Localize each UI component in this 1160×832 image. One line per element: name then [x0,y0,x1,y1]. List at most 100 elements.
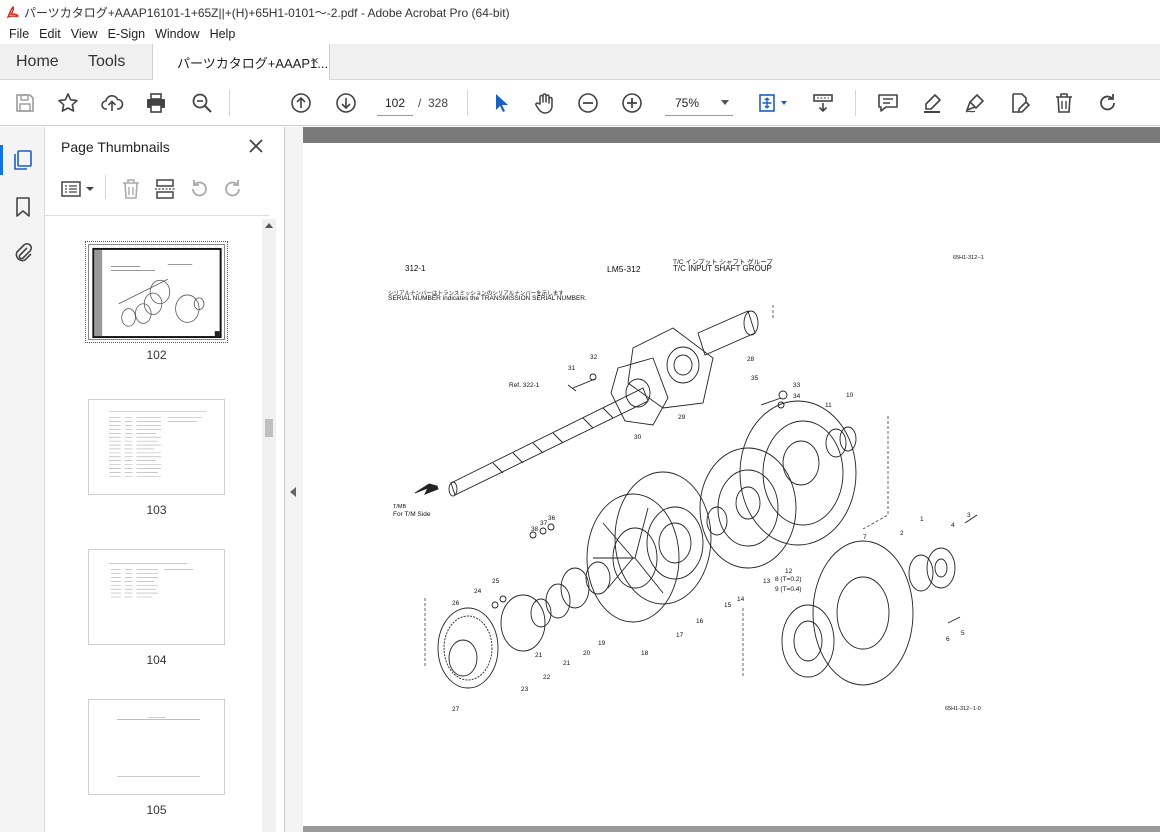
attachment-paperclip-icon[interactable] [11,241,35,265]
callout-16: 16 [696,618,704,625]
callout-37: 37 [540,520,548,527]
window-title: パーツカタログ+AAAP16101-1+65Z||+(H)+65H1-0101～… [24,5,510,20]
callout-4: 4 [951,522,955,529]
thumbnail-tools [45,175,285,205]
callout-14: 14 [737,596,745,603]
callout-27: 27 [452,706,460,713]
star-bookmark-icon[interactable] [56,91,80,115]
redo-rotate-icon[interactable] [1096,91,1120,115]
callout-10: 10 [846,392,854,399]
page-total: 328 [428,96,449,110]
callout-25: 25 [492,578,500,585]
callout-23: 23 [521,686,529,693]
panel-collapse-handle[interactable] [285,127,303,832]
thumbnail-preview [109,411,207,477]
scroll-mode-icon[interactable] [811,91,835,115]
menu-help[interactable]: Help [205,27,241,41]
menu-bar: File Edit View E-Sign Window Help [0,24,1160,44]
callout-21: 21 [563,660,571,667]
callout-38: 38 [531,526,539,533]
thumbnail-scrollbar[interactable] [262,219,276,832]
tab-document[interactable]: パーツカタログ+AAAP1... × [152,44,330,81]
chevron-left-icon [290,487,296,497]
hand-tool-icon[interactable] [532,91,556,115]
thumbnail-page-102[interactable]: 102 [85,241,228,362]
callout-1: 1 [920,516,924,523]
callout-18: 18 [641,650,649,657]
previous-page-icon[interactable] [289,91,313,115]
page-separator: / [418,96,422,110]
callout-34: 34 [793,393,801,400]
options-menu-icon[interactable] [59,177,97,201]
thumbnail-label: 102 [146,348,167,362]
callout-20: 20 [583,650,591,657]
upload-share-icon[interactable] [100,91,124,115]
thumbnail-page-104[interactable]: 104 [88,549,225,667]
delete-trash-icon[interactable] [1052,91,1076,115]
page-thumbnails-icon[interactable] [11,148,35,172]
tab-home[interactable]: Home [16,44,59,80]
rotate-counterclockwise-icon[interactable] [187,177,211,201]
chevron-down-icon [721,100,729,105]
page-number-input[interactable] [377,90,413,116]
close-panel-icon[interactable] [247,137,265,155]
menu-window[interactable]: Window [150,27,204,41]
zoom-dropdown[interactable]: 75% [665,90,733,116]
toolbar: / 328 75% [0,80,1160,126]
document-viewport[interactable]: 312-1 LM5-312 T/C インプット シャフト グループ T/C IN… [303,127,1160,832]
callout-12: 12 [785,568,793,575]
delete-page-icon[interactable] [119,177,143,201]
callout-33: 33 [793,382,801,389]
callout-17: 17 [676,632,684,639]
comment-icon[interactable] [876,91,900,115]
save-icon[interactable] [13,91,37,115]
close-tab-icon[interactable]: × [309,54,321,67]
title-bar: パーツカタログ+AAAP16101-1+65Z||+(H)+65H1-0101～… [0,0,1160,24]
scroll-up-arrow-icon[interactable] [265,223,273,228]
menu-edit[interactable]: Edit [34,27,66,41]
bookmark-icon[interactable] [11,195,35,219]
callout-32: 32 [590,354,598,361]
toolbar-separator [467,90,468,116]
scrollbar-thumb[interactable] [265,419,273,437]
zoom-value: 75% [675,96,700,110]
print-icon[interactable] [144,91,168,115]
callout-13: 13 [763,578,771,585]
menu-file[interactable]: File [4,27,34,41]
callout-35: 35 [751,375,759,382]
thumbnail-label: 103 [146,503,167,517]
insert-page-icon[interactable] [153,177,177,201]
callout-5: 5 [961,630,965,637]
thumbnail-frame [85,241,228,343]
thumbnail-page-103[interactable]: 103 [88,399,225,517]
zoom-in-icon[interactable] [620,91,644,115]
thumbnail-page-105[interactable]: 105 [88,699,225,817]
search-zoom-icon[interactable] [190,91,214,115]
fit-page-icon[interactable] [755,91,791,115]
toolbar-separator [855,90,856,116]
tab-tools[interactable]: Tools [88,44,125,80]
next-page-icon[interactable] [334,91,358,115]
zoom-out-icon[interactable] [576,91,600,115]
select-cursor-icon[interactable] [489,91,513,115]
page-thumbnails-panel: Page Thumbnails 102 103 104 105 [45,127,285,832]
tab-bar: Home Tools パーツカタログ+AAAP1... × [0,44,1160,81]
document-page: 312-1 LM5-312 T/C インプット シャフト グループ T/C IN… [303,143,1160,826]
thumbnail-frame [88,399,225,495]
tab-document-label: パーツカタログ+AAAP1... [177,56,329,71]
menu-view[interactable]: View [66,27,103,41]
active-indicator [0,145,3,175]
menu-esign[interactable]: E-Sign [103,27,151,41]
highlight-pen-icon[interactable] [920,91,944,115]
rotate-clockwise-icon[interactable] [221,177,245,201]
callout-7: 7 [863,534,867,541]
panel-separator [105,175,106,199]
page-gap [303,826,1160,832]
callout-24: 24 [474,588,482,595]
thumbnail-preview [116,717,201,777]
sign-pen-icon[interactable] [963,91,987,115]
panel-divider [45,215,269,216]
callout-6: 6 [946,636,950,643]
callout-29: 29 [678,414,686,421]
edit-document-icon[interactable] [1008,91,1032,115]
